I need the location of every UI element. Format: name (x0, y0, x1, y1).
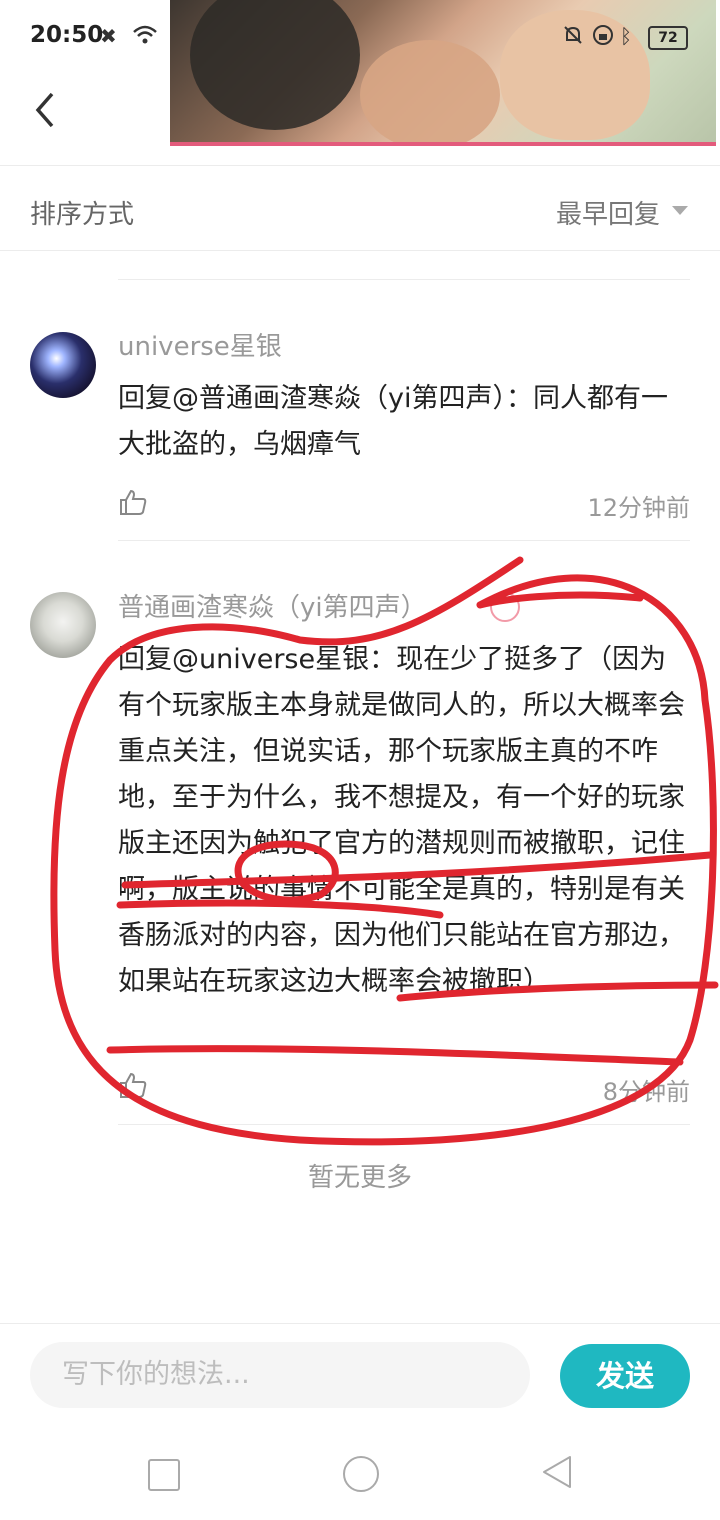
comment-username[interactable]: universe星银 (118, 326, 282, 363)
notification-x-icon: ✖ (100, 24, 117, 48)
bluetooth-icon: ᛒ (620, 24, 632, 48)
comment-time: 12分钟前 (587, 494, 690, 522)
comment-text: 回复@universe星银：现在少了挺多了（因为有个玩家版主本身就是做同人的，所… (118, 644, 685, 997)
home-icon[interactable] (343, 1456, 379, 1492)
video-progress-bar (170, 142, 716, 146)
thumbs-up-icon[interactable] (118, 1070, 148, 1100)
row-divider (118, 1124, 690, 1125)
chevron-left-icon (35, 92, 54, 128)
thumbs-up-icon[interactable] (118, 487, 148, 517)
system-nav-bar (0, 1420, 720, 1520)
caret-down-icon[interactable] (672, 206, 688, 215)
previous-comment-clipped (118, 251, 690, 280)
comment-username[interactable]: 普通画渣寒焱（yi第四声） (118, 587, 427, 624)
comment-time: 8分钟前 (602, 1078, 690, 1106)
battery-indicator: 72 (648, 26, 688, 50)
comment-text: 回复@普通画渣寒焱（yi第四声）：同人都有一大批盗的，乌烟瘴气 (118, 383, 668, 460)
send-button[interactable]: 发送 (560, 1344, 690, 1408)
sort-dropdown[interactable]: 最早回复 (556, 194, 660, 231)
clock: 20:50 (30, 22, 104, 48)
avatar[interactable] (30, 592, 96, 658)
no-more-label: 暂无更多 (307, 1163, 412, 1193)
bell-off-icon (562, 24, 584, 51)
sort-label: 排序方式 (30, 200, 135, 230)
floating-video-player[interactable] (170, 0, 716, 146)
recent-apps-icon[interactable] (148, 1459, 180, 1491)
wifi-icon (132, 24, 158, 51)
avatar[interactable] (30, 332, 96, 398)
comment-input[interactable]: 写下你的想法... (30, 1342, 530, 1408)
back-triangle-icon[interactable] (540, 1454, 574, 1490)
row-divider (118, 540, 690, 541)
sort-bar: 排序方式 最早回复 (0, 166, 720, 251)
back-button[interactable] (30, 88, 60, 132)
composer-divider (0, 1323, 720, 1324)
level-badge-icon (490, 592, 520, 622)
lock-rotation-icon (592, 24, 614, 51)
